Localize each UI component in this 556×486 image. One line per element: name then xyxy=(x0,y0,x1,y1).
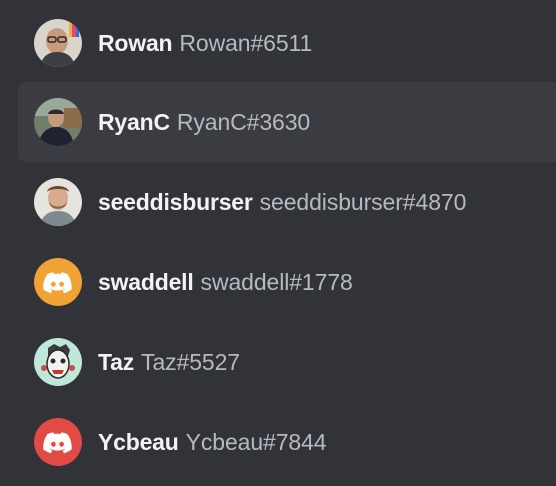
illustrated-face-icon xyxy=(34,338,82,386)
photo-man-glasses-icon xyxy=(34,19,82,67)
avatar-ycbeau xyxy=(34,418,82,466)
member-name: swaddell xyxy=(98,268,194,295)
photo-man-outdoors-icon xyxy=(34,98,82,146)
avatar-taz xyxy=(34,338,82,386)
avatar-seeddisburser xyxy=(34,178,82,226)
member-name: Rowan xyxy=(98,29,173,56)
member-row-ryanc[interactable]: RyanC RyanC#3630 xyxy=(18,82,556,162)
member-row-taz[interactable]: Taz Taz#5527 xyxy=(18,322,556,402)
member-tag: seeddisburser#4870 xyxy=(259,188,467,215)
member-tag: Rowan#6511 xyxy=(179,29,313,56)
member-tag: Taz#5527 xyxy=(141,348,240,375)
member-row-ycbeau[interactable]: Ycbeau Ycbeau#7844 xyxy=(18,402,556,482)
member-name: seeddisburser xyxy=(98,188,253,215)
discord-logo-icon xyxy=(34,418,82,466)
avatar-ryanc xyxy=(34,98,82,146)
member-list: Rowan Rowan#6511 RyanC RyanC#3630 seeddi… xyxy=(0,0,556,486)
member-name: Ycbeau xyxy=(98,428,179,455)
avatar-rowan xyxy=(34,19,82,67)
discord-logo-icon xyxy=(34,258,82,306)
member-row-seeddisburser[interactable]: seeddisburser seeddisburser#4870 xyxy=(18,162,556,242)
member-tag: swaddell#1778 xyxy=(200,268,353,295)
member-name: RyanC xyxy=(98,108,170,135)
member-row-rowan[interactable]: Rowan Rowan#6511 xyxy=(18,3,556,83)
member-tag: Ycbeau#7844 xyxy=(185,428,327,455)
member-tag: RyanC#3630 xyxy=(176,108,311,135)
member-row-swaddell[interactable]: swaddell swaddell#1778 xyxy=(18,242,556,322)
avatar-swaddell xyxy=(34,258,82,306)
member-name: Taz xyxy=(98,348,135,375)
photo-man-beard-icon xyxy=(34,178,82,226)
